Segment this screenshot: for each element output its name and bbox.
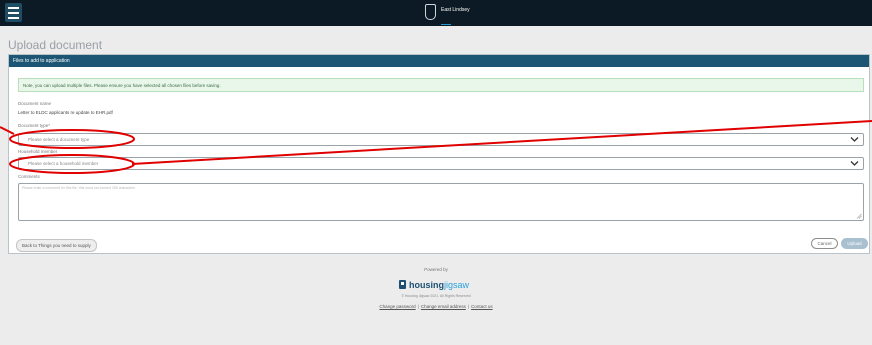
link-separator: | — [417, 304, 419, 309]
hamburger-menu-icon[interactable] — [5, 3, 22, 22]
household-member-selected: Please select a household member — [28, 161, 99, 166]
page-title: Upload document — [8, 38, 103, 52]
copyright-text: © Housing Jigsaw 2021. All Rights Reserv… — [401, 294, 471, 298]
contact-us-link[interactable]: Contact us — [471, 304, 493, 309]
change-password-link[interactable]: Change password — [379, 304, 415, 309]
brand-underline — [441, 24, 451, 25]
logo-text: housingjigsaw — [409, 280, 469, 290]
resize-handle-icon[interactable] — [856, 213, 862, 219]
chevron-down-icon — [850, 137, 859, 142]
cancel-button[interactable]: Cancel — [811, 238, 838, 249]
powered-by-text: Powered by — [424, 267, 448, 272]
comments-placeholder: Please enter a comment for this file; th… — [22, 186, 136, 190]
house-logo-icon — [399, 280, 406, 289]
household-member-label: Household member — [18, 149, 58, 154]
document-name-value: Letter to ELDC applicants re update to E… — [18, 110, 113, 115]
logo-accent: jigsaw — [444, 279, 470, 290]
footer-links: Change password | Change email address | Con… — [0, 304, 872, 309]
council-crest-icon — [425, 4, 436, 20]
household-member-select[interactable]: Please select a household member — [18, 157, 864, 170]
info-note: Note, you can upload multiple files. Ple… — [18, 78, 864, 92]
chevron-down-icon — [850, 161, 859, 166]
top-navigation-bar: East Lindsey — [0, 0, 872, 26]
document-name-label: Document name — [18, 101, 52, 106]
document-type-selected: Please select a document type — [28, 137, 90, 142]
comments-label: Comments — [18, 174, 40, 179]
housing-jigsaw-logo: housingjigsaw — [399, 279, 469, 290]
comments-textarea[interactable]: Please enter a comment for this file; th… — [18, 183, 864, 221]
panel-heading: Files to add to application — [9, 55, 869, 67]
change-email-link[interactable]: Change email address — [421, 304, 466, 309]
logo-main: housing — [409, 279, 444, 290]
link-separator: | — [467, 304, 470, 309]
back-to-things-button[interactable]: Back to Things you need to supply — [16, 239, 97, 252]
brand-logo-text: East Lindsey — [441, 7, 470, 13]
document-type-select[interactable]: Please select a document type — [18, 133, 864, 146]
upload-button[interactable]: Upload — [841, 238, 868, 249]
document-type-label: Document type* — [18, 123, 51, 128]
upload-panel: Files to add to application Note, you ca… — [8, 54, 870, 254]
